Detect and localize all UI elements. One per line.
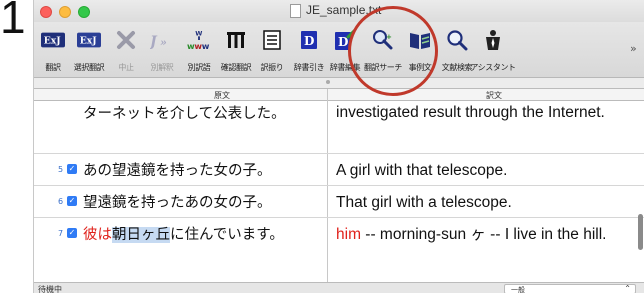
assistant-button[interactable]: アシスタント (470, 22, 516, 78)
svg-text:w: w (202, 41, 210, 51)
title-bar: JE_sample.txt (34, 0, 644, 22)
highlight-circle (348, 6, 438, 96)
svg-text:ExJ: ExJ (80, 36, 98, 47)
svg-text:D: D (304, 34, 314, 48)
row-separator (34, 153, 644, 154)
target-text-rest: -- morning-sun ヶ -- I live in the hill. (360, 226, 607, 243)
close-window-button[interactable] (40, 6, 52, 18)
translation-table: 原文 訳文 ターネットを介して公表した。 investigated result… (34, 88, 644, 283)
toolbar: ExJ 翻訳 ExJ 選択翻訳 中止 J» 別解釈 Wwww 別訳語 確認翻訳 … (34, 22, 644, 78)
svg-text:W: W (195, 29, 202, 37)
target-column-header[interactable]: 訳文 (486, 90, 502, 101)
literature-search-icon (445, 29, 469, 51)
stop-icon (114, 29, 138, 51)
source-column-header[interactable]: 原文 (214, 90, 230, 101)
row-separator (34, 217, 644, 218)
target-text[interactable]: That girl with a telescope. (336, 191, 626, 215)
minimize-window-button[interactable] (59, 6, 71, 18)
untranslated-span: him (336, 226, 361, 243)
selected-text[interactable]: 朝日ヶ丘 (112, 227, 170, 243)
row-checkbox[interactable]: ✓ (67, 196, 77, 206)
source-text[interactable]: あの望遠鏡を持った女の子。 (83, 159, 272, 180)
row-checkbox[interactable]: ✓ (67, 228, 77, 238)
app-window: JE_sample.txt ExJ 翻訳 ExJ 選択翻訳 中止 J» 別解釈 (33, 0, 644, 293)
row-separator (34, 185, 644, 186)
vertical-scrollbar-thumb[interactable] (638, 214, 643, 250)
row-number: 5 (58, 165, 64, 174)
source-text-rest: に住んでいます。 (170, 227, 284, 243)
column-divider[interactable] (327, 89, 328, 283)
row-checkbox[interactable]: ✓ (67, 164, 77, 174)
status-text: 待機中 (38, 285, 62, 293)
svg-text:J: J (150, 34, 158, 49)
row-number: 6 (58, 197, 64, 206)
source-text[interactable]: ターネットを介して公表した。 (83, 102, 286, 123)
untranslated-span: 彼は (83, 227, 112, 243)
row-number: 7 (58, 229, 64, 238)
source-text[interactable]: 彼は朝日ヶ丘に住んでいます。 (83, 223, 284, 244)
reinterpret-icon: J» (150, 29, 174, 51)
target-text[interactable]: investigated result through the Internet… (336, 101, 626, 125)
step-number: 1 (0, 0, 26, 43)
target-text[interactable]: him -- morning-sun ヶ -- I live in the hi… (336, 223, 626, 247)
target-text[interactable]: A girl with that telescope. (336, 159, 626, 183)
translate-icon: ExJ (41, 29, 65, 51)
svg-text:»: » (160, 36, 167, 49)
dictionary-lookup-icon: D (297, 29, 321, 51)
zoom-window-button[interactable] (78, 6, 90, 18)
document-icon (290, 4, 301, 18)
table-header: 原文 訳文 (34, 89, 644, 101)
alternate-word-icon: Wwww (187, 29, 211, 51)
toolbar-overflow-button[interactable]: » (630, 42, 637, 55)
translate-selection-icon: ExJ (77, 29, 101, 51)
status-bar: 待機中 一般 ⌃ (34, 282, 644, 293)
chevron-updown-icon: ⌃ (624, 284, 631, 293)
svg-text:ExJ: ExJ (44, 36, 62, 47)
assistant-icon (481, 29, 505, 51)
selected-field: 一般 (511, 286, 525, 293)
source-text[interactable]: 望遠鏡を持ったあの女の子。 (83, 191, 272, 212)
dictionary-field-select[interactable]: 一般 ⌃ (504, 284, 636, 293)
split-handle[interactable] (326, 80, 330, 84)
confirm-translation-icon (224, 29, 248, 51)
ruby-translation-icon (260, 29, 284, 51)
